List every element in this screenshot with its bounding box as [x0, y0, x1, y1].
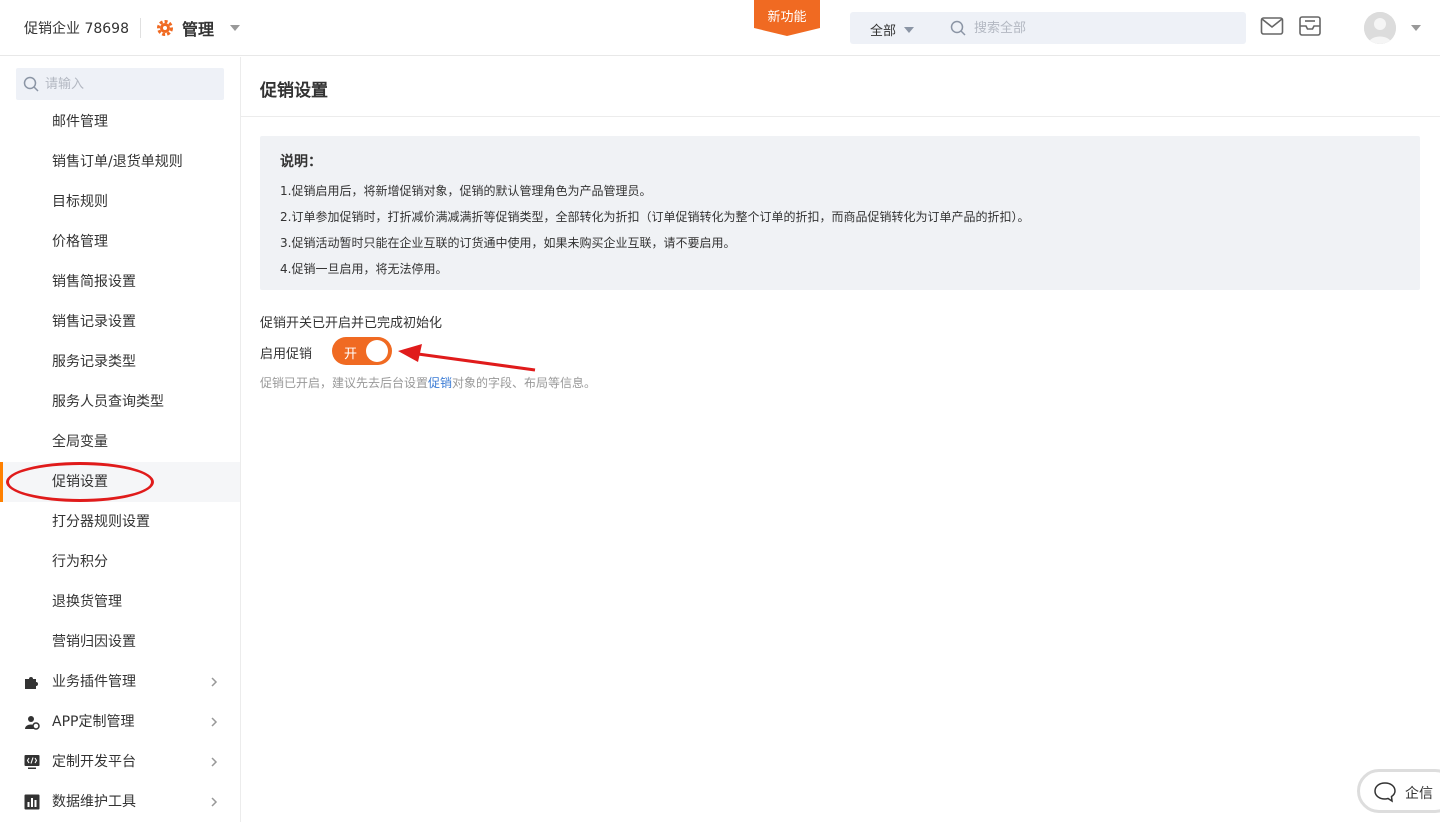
search-scope-select[interactable]: 全部: [870, 20, 915, 39]
sidebar-group-label: 数据维护工具: [52, 794, 136, 810]
gear-icon: [157, 20, 173, 36]
notice-line: 1.促销启用后，将新增促销对象，促销的默认管理角色为产品管理员。: [280, 184, 652, 198]
top-header: 促销企业 78698 管理 新功能 全部: [0, 0, 1440, 56]
management-menu[interactable]: 管理: [156, 16, 241, 40]
sidebar-item-service-record-type[interactable]: 服务记录类型: [0, 342, 240, 382]
sidebar-item-sales-brief[interactable]: 销售简报设置: [0, 262, 240, 302]
sidebar-item-returns[interactable]: 退换货管理: [0, 582, 240, 622]
inbox-icon[interactable]: [1298, 15, 1322, 37]
puzzle-icon: [25, 677, 38, 689]
notice-box: 说明： 1.促销启用后，将新增促销对象，促销的默认管理角色为产品管理员。 2.订…: [260, 136, 1420, 290]
search-input[interactable]: [974, 17, 1234, 39]
chevron-down-icon: [230, 25, 241, 31]
page-title: 促销设置: [260, 81, 328, 101]
title-divider: [241, 116, 1440, 117]
promotion-object-link[interactable]: 促销: [428, 376, 452, 390]
toggle-on-label: 开: [344, 347, 358, 362]
management-label: 管理: [182, 20, 215, 39]
sidebar-group-label: 业务插件管理: [52, 674, 136, 690]
sidebar-item-behavior-points[interactable]: 行为积分: [0, 542, 240, 582]
red-arrow-icon: [398, 344, 536, 372]
chevron-right-icon: [211, 677, 218, 687]
notice-line: 4.促销一旦启用，将无法停用。: [280, 262, 448, 276]
user-icon: [1364, 12, 1396, 44]
sidebar-group-label: APP定制管理: [52, 714, 135, 730]
sidebar-item-promotion-settings[interactable]: 促销设置: [0, 462, 240, 502]
bar-chart-icon: [24, 794, 40, 810]
hint-text-after: 对象的字段、布局等信息。: [452, 376, 597, 390]
sidebar-group-app-custom[interactable]: APP定制管理: [0, 702, 240, 742]
qixin-chat-button[interactable]: 企信: [1357, 769, 1440, 813]
sidebar-search-input[interactable]: [45, 73, 215, 95]
sidebar-group-data-tools[interactable]: 数据维护工具: [0, 782, 240, 822]
company-name: 促销企业 78698: [24, 21, 129, 37]
sidebar-item-sales-record[interactable]: 销售记录设置: [0, 302, 240, 342]
code-monitor-icon: [24, 755, 40, 769]
sidebar-group-plugins[interactable]: 业务插件管理: [0, 662, 240, 702]
sidebar: 邮件管理 销售订单/退货单规则 目标规则 价格管理 销售简报设置 销售记录设置 …: [0, 57, 241, 822]
qixin-label: 企信: [1405, 786, 1433, 802]
sidebar-item-order-rules[interactable]: 销售订单/退货单规则: [0, 142, 240, 182]
sidebar-item-service-staff-query[interactable]: 服务人员查询类型: [0, 382, 240, 422]
chevron-right-icon: [211, 717, 218, 727]
sidebar-item-marketing-attribution[interactable]: 营销归因设置: [0, 622, 240, 662]
sidebar-group-label: 定制开发平台: [52, 754, 136, 770]
chevron-right-icon: [211, 797, 218, 807]
search-icon: [950, 20, 966, 36]
sidebar-search: [16, 68, 224, 100]
sidebar-item-target-rules[interactable]: 目标规则: [0, 182, 240, 222]
new-feature-badge[interactable]: 新功能: [754, 0, 820, 36]
hint-text-before: 促销已开启，建议先去后台设置: [260, 376, 429, 390]
search-scope-label: 全部: [870, 24, 897, 39]
chevron-right-icon: [211, 757, 218, 767]
new-feature-label: 新功能: [767, 10, 807, 25]
settings-menu: 邮件管理 销售订单/退货单规则 目标规则 价格管理 销售简报设置 销售记录设置 …: [0, 102, 240, 822]
notice-line: 3.促销活动暂时只能在企业互联的订货通中使用，如果未购买企业互联，请不要启用。: [280, 236, 736, 250]
toggle-knob: [366, 340, 388, 362]
sidebar-group-dev-platform[interactable]: 定制开发平台: [0, 742, 240, 782]
promotion-status-text: 促销开关已开启并已完成初始化: [260, 316, 443, 331]
enable-promotion-label: 启用促销: [260, 347, 313, 362]
mail-icon[interactable]: [1260, 16, 1284, 36]
chevron-down-icon[interactable]: [1411, 25, 1421, 31]
search-icon: [23, 76, 39, 92]
promotion-hint: 促销已开启，建议先去后台设置促销对象的字段、布局等信息。: [260, 374, 596, 391]
notice-title: 说明：: [280, 154, 322, 170]
app-settings-icon: [25, 716, 40, 730]
promotion-toggle[interactable]: 开: [332, 337, 392, 365]
sidebar-item-scorer-rules[interactable]: 打分器规则设置: [0, 502, 240, 542]
sidebar-item-price[interactable]: 价格管理: [0, 222, 240, 262]
chevron-down-icon: [904, 26, 915, 33]
header-divider: [140, 18, 141, 38]
chat-bubble-icon: [1374, 782, 1396, 803]
notice-line: 2.订单参加促销时，打折减价满减满折等促销类型，全部转化为折扣（订单促销转化为整…: [280, 210, 1030, 224]
global-search: 全部: [850, 12, 1246, 44]
sidebar-item-mail[interactable]: 邮件管理: [0, 102, 240, 142]
sidebar-item-global-variables[interactable]: 全局变量: [0, 422, 240, 462]
avatar[interactable]: [1364, 12, 1396, 44]
